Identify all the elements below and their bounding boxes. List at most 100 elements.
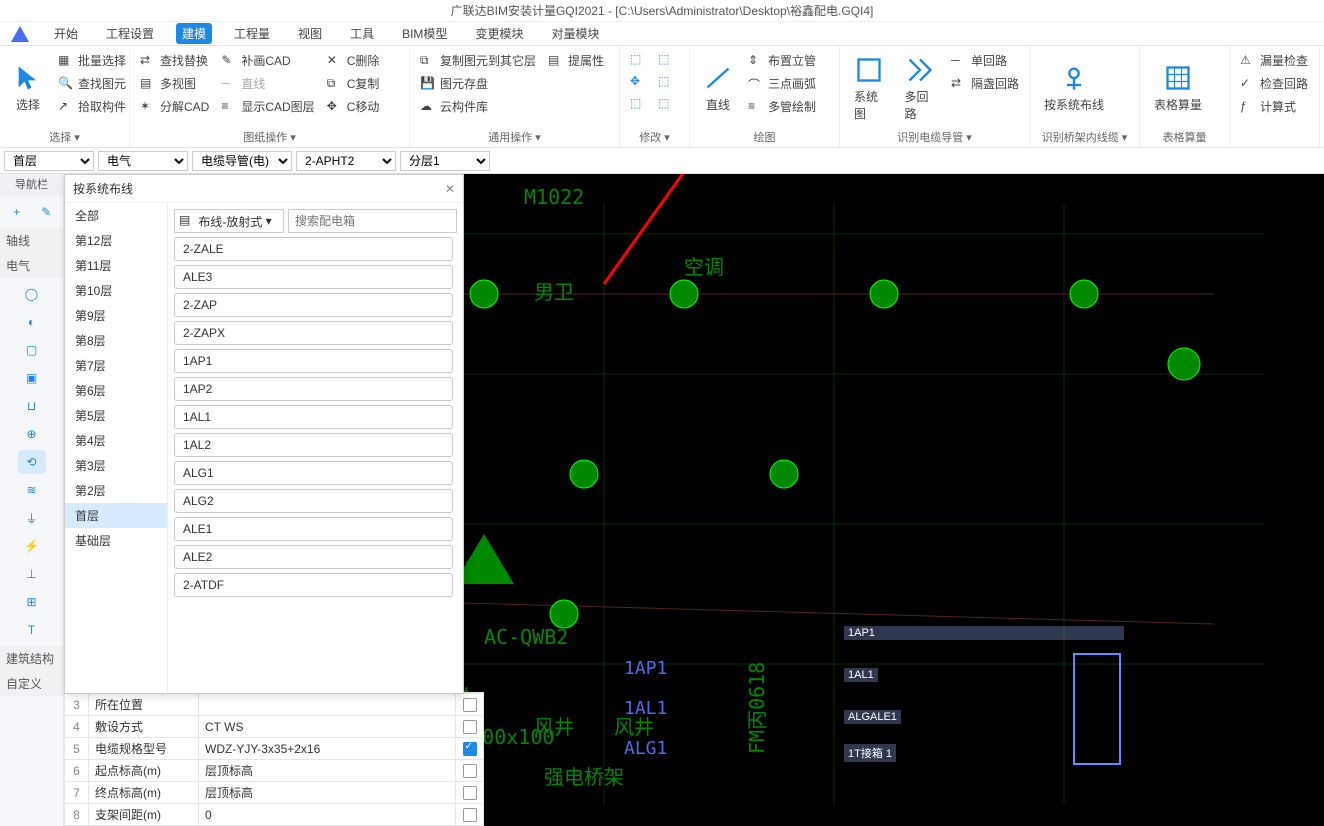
edit-axis-button[interactable]: ✎	[34, 200, 60, 224]
copy-to-layer-button[interactable]: ⧉复制图元到其它层	[416, 50, 540, 71]
route-item[interactable]: 2-ATDF	[174, 573, 453, 597]
system-diagram-button[interactable]: 系统图	[846, 50, 892, 127]
checkbox[interactable]	[463, 808, 477, 822]
route-item[interactable]: 2-ZALE	[174, 237, 453, 261]
route-item[interactable]: 1AP2	[174, 377, 453, 401]
route-by-system-button[interactable]: 按系统布线	[1036, 50, 1112, 127]
check-circuit-button[interactable]: ✓检查回路	[1236, 73, 1312, 94]
batch-select-button[interactable]: ▦批量选择	[54, 50, 130, 71]
nav-section-axis[interactable]: 轴线	[0, 228, 63, 253]
explode-cad-button[interactable]: ✶分解CAD	[136, 96, 213, 117]
formula-button[interactable]: ƒ计算式	[1236, 96, 1312, 117]
select-button[interactable]: 选择	[6, 50, 50, 127]
nav-icon-motor[interactable]: ⚡	[18, 534, 46, 558]
floor-item[interactable]: 第11层	[65, 253, 167, 278]
property-row[interactable]: 3所在位置	[65, 694, 484, 716]
nav-icon-conduit[interactable]: ⊕	[18, 422, 46, 446]
nav-section-struct[interactable]: 建筑结构	[0, 646, 63, 671]
layer-combo[interactable]: 分层1	[400, 151, 490, 171]
find-element-button[interactable]: 🔍查找图元	[54, 73, 130, 94]
modify-btn-4[interactable]: ⬚	[654, 50, 678, 70]
property-row[interactable]: 5电缆规格型号WDZ-YJY-3x35+2x16	[65, 738, 484, 760]
table-calc-button[interactable]: 表格算量	[1146, 50, 1210, 127]
floor-item[interactable]: 首层	[65, 503, 167, 528]
route-item[interactable]: 1AL1	[174, 405, 453, 429]
route-item[interactable]: ALE2	[174, 545, 453, 569]
route-item[interactable]: ALG2	[174, 489, 453, 513]
modify-btn-3[interactable]: ⬚	[626, 94, 650, 114]
floor-item[interactable]: 第6层	[65, 378, 167, 403]
route-mode-combo[interactable]: ▤ 布线-放射式 ▾	[174, 209, 284, 233]
route-search-input[interactable]	[288, 209, 457, 233]
checkbox[interactable]	[463, 786, 477, 800]
nav-icon-grid[interactable]: ⊞	[18, 590, 46, 614]
menu-compare-module[interactable]: 对量模块	[545, 23, 605, 44]
single-circuit-button[interactable]: ─单回路	[947, 50, 1023, 71]
floor-item[interactable]: 第7层	[65, 353, 167, 378]
line-button[interactable]: ─直线	[217, 73, 318, 94]
route-item[interactable]: 2-ZAP	[174, 293, 453, 317]
menu-view[interactable]: 视图	[292, 23, 328, 44]
floor-item[interactable]: 第4层	[65, 428, 167, 453]
draw-line-button[interactable]: 直线	[696, 50, 740, 127]
nav-icon-box[interactable]: ▣	[18, 366, 46, 390]
menu-bim-model[interactable]: BIM模型	[396, 23, 453, 44]
extract-attr-button[interactable]: ▤提属性	[544, 50, 608, 71]
show-cad-layer-button[interactable]: ≡显示CAD图层	[217, 96, 318, 117]
menu-project-settings[interactable]: 工程设置	[100, 23, 160, 44]
nav-icon-tray[interactable]: ⊔	[18, 394, 46, 418]
route-item[interactable]: ALG1	[174, 461, 453, 485]
route-item[interactable]: 1AL2	[174, 433, 453, 457]
nav-icon-hanger[interactable]: ⊥	[18, 562, 46, 586]
route-item[interactable]: ALE3	[174, 265, 453, 289]
menu-tools[interactable]: 工具	[344, 23, 380, 44]
draw-cad-button[interactable]: ✎补画CAD	[217, 50, 318, 71]
menu-modeling[interactable]: 建模	[176, 23, 212, 44]
modify-btn-6[interactable]: ⬚	[654, 94, 678, 114]
alt-circuit-button[interactable]: ⇄隔盏回路	[947, 73, 1023, 94]
system-combo[interactable]: 电气	[98, 151, 188, 171]
property-row[interactable]: 7终点标高(m)层顶标高	[65, 782, 484, 804]
nav-icon-switch[interactable]: ◐	[18, 310, 46, 334]
floor-item[interactable]: 第12层	[65, 228, 167, 253]
c-delete-button[interactable]: ✕C删除	[323, 50, 384, 71]
checkbox[interactable]	[463, 764, 477, 778]
checkbox[interactable]	[463, 698, 477, 712]
floor-item[interactable]: 第5层	[65, 403, 167, 428]
route-item[interactable]: 1AP1	[174, 349, 453, 373]
pick-component-button[interactable]: ↗拾取构件	[54, 96, 130, 117]
property-row[interactable]: 8支架间距(m)0	[65, 804, 484, 826]
menu-quantity[interactable]: 工程量	[228, 23, 276, 44]
multi-view-button[interactable]: ▤多视图	[136, 73, 213, 94]
checkbox[interactable]	[463, 742, 477, 756]
modify-btn-5[interactable]: ⬚	[654, 72, 678, 92]
floor-item[interactable]: 第3层	[65, 453, 167, 478]
floor-item[interactable]: 基础层	[65, 528, 167, 553]
modify-btn-2[interactable]: ✥	[626, 72, 650, 92]
nav-icon-ground[interactable]: ⏚	[18, 506, 46, 530]
leak-check-button[interactable]: ⚠漏量检查	[1236, 50, 1312, 71]
nav-section-elec[interactable]: 电气	[0, 253, 63, 278]
floor-item[interactable]: 第8层	[65, 328, 167, 353]
menu-start[interactable]: 开始	[48, 23, 84, 44]
c-move-button[interactable]: ✥C移动	[323, 96, 384, 117]
place-riser-button[interactable]: ⇕布置立管	[744, 50, 820, 71]
save-element-button[interactable]: 💾图元存盘	[416, 73, 540, 94]
type-combo[interactable]: 电缆导管(电)	[192, 151, 292, 171]
nav-icon-light[interactable]: ◯	[18, 282, 46, 306]
multi-circuit-button[interactable]: 多回路	[896, 50, 942, 127]
checkbox[interactable]	[463, 720, 477, 734]
floor-item[interactable]: 第2层	[65, 478, 167, 503]
floor-combo[interactable]: 首层	[4, 151, 94, 171]
nav-section-custom[interactable]: 自定义	[0, 671, 63, 696]
spec-combo[interactable]: 2-APHT2	[296, 151, 396, 171]
route-item[interactable]: ALE1	[174, 517, 453, 541]
nav-icon-text[interactable]: T	[18, 618, 46, 642]
floor-item[interactable]: 第9层	[65, 303, 167, 328]
add-axis-button[interactable]: +	[4, 200, 30, 224]
three-point-arc-button[interactable]: ⌒三点画弧	[744, 73, 820, 94]
c-copy-button[interactable]: ⧉C复制	[323, 73, 384, 94]
property-row[interactable]: 4敷设方式CT WS	[65, 716, 484, 738]
route-item[interactable]: 2-ZAPX	[174, 321, 453, 345]
menu-change-module[interactable]: 变更模块	[469, 23, 529, 44]
